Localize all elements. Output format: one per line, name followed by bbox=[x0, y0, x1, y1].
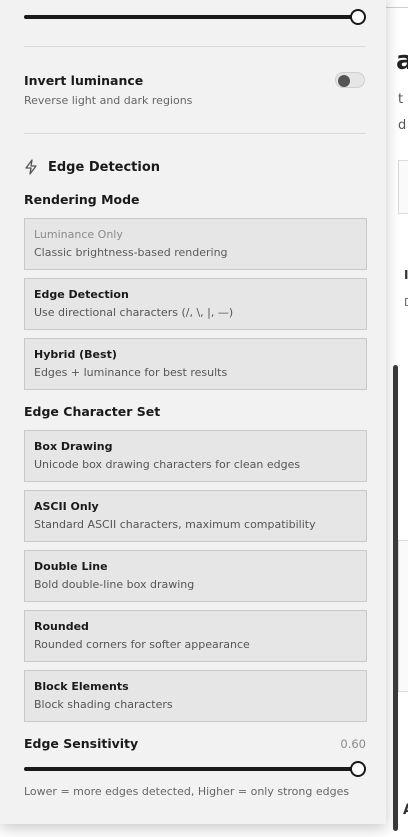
edge-detection-header: Edge Detection bbox=[24, 159, 160, 175]
character-set-option-double-line[interactable]: Double Line Bold double-line box drawing bbox=[24, 550, 367, 602]
option-title: Rounded bbox=[34, 620, 89, 633]
slider-thumb[interactable] bbox=[350, 9, 366, 25]
character-set-option-rounded[interactable]: Rounded Rounded corners for softer appea… bbox=[24, 610, 367, 662]
settings-panel: Invert luminance Reverse light and dark … bbox=[0, 0, 386, 824]
option-description: Use directional characters (/, \, |, —) bbox=[34, 306, 234, 319]
panel-scrollbar[interactable] bbox=[393, 365, 398, 831]
rendering-mode-option-edge-detection[interactable]: Edge Detection Use directional character… bbox=[24, 278, 367, 330]
slider-thumb[interactable] bbox=[350, 761, 366, 777]
option-title: Edge Detection bbox=[34, 288, 129, 301]
divider bbox=[24, 133, 366, 134]
background-card bbox=[398, 540, 408, 692]
divider bbox=[24, 46, 366, 47]
background-text: d bbox=[398, 118, 407, 133]
option-title: Luminance Only bbox=[34, 228, 123, 241]
option-title: Box Drawing bbox=[34, 440, 113, 453]
slider-track bbox=[24, 15, 359, 19]
edge-sensitivity-slider[interactable] bbox=[24, 761, 366, 777]
edge-sensitivity-value: 0.60 bbox=[340, 737, 366, 751]
character-set-option-box-drawing[interactable]: Box Drawing Unicode box drawing characte… bbox=[24, 430, 367, 482]
invert-luminance-description: Reverse light and dark regions bbox=[24, 94, 193, 107]
previous-slider[interactable] bbox=[24, 9, 366, 25]
option-description: Unicode box drawing characters for clean… bbox=[34, 458, 301, 471]
option-description: Edges + luminance for best results bbox=[34, 366, 228, 379]
option-title: Hybrid (Best) bbox=[34, 348, 117, 361]
invert-luminance-title: Invert luminance bbox=[24, 73, 144, 88]
option-title: Double Line bbox=[34, 560, 108, 573]
character-set-option-ascii-only[interactable]: ASCII Only Standard ASCII characters, ma… bbox=[24, 490, 367, 542]
option-description: Block shading characters bbox=[34, 698, 173, 711]
option-title: ASCII Only bbox=[34, 500, 99, 513]
option-description: Standard ASCII characters, maximum compa… bbox=[34, 518, 316, 531]
option-description: Rounded corners for softer appearance bbox=[34, 638, 250, 651]
background-heading: a bbox=[396, 46, 408, 76]
background-text: A bbox=[403, 802, 408, 818]
slider-track bbox=[24, 767, 359, 771]
rendering-mode-label: Rendering Mode bbox=[24, 192, 140, 207]
lightning-icon bbox=[24, 159, 38, 175]
edge-detection-title: Edge Detection bbox=[48, 159, 161, 175]
edge-character-set-label: Edge Character Set bbox=[24, 404, 161, 419]
background-text: D bbox=[404, 296, 408, 309]
character-set-option-block-elements[interactable]: Block Elements Block shading characters bbox=[24, 670, 367, 722]
rendering-mode-option-hybrid[interactable]: Hybrid (Best) Edges + luminance for best… bbox=[24, 338, 367, 390]
option-description: Classic brightness-based rendering bbox=[34, 246, 228, 259]
option-title: Block Elements bbox=[34, 680, 129, 693]
edge-sensitivity-hint: Lower = more edges detected, Higher = on… bbox=[24, 785, 350, 798]
rendering-mode-option-luminance-only[interactable]: Luminance Only Classic brightness-based … bbox=[24, 218, 367, 270]
background-text: t bbox=[398, 92, 404, 107]
background-text: I bbox=[404, 268, 408, 282]
background-card bbox=[398, 160, 408, 214]
toggle-knob bbox=[338, 75, 350, 87]
edge-sensitivity-label: Edge Sensitivity bbox=[24, 736, 139, 751]
option-description: Bold double-line box drawing bbox=[34, 578, 195, 591]
invert-luminance-toggle[interactable] bbox=[335, 72, 365, 88]
